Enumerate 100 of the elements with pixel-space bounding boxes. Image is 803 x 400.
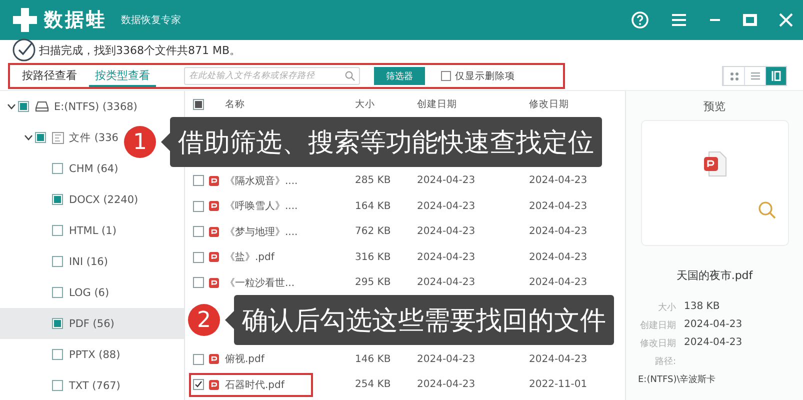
file-name: 《盐》.pdf [225, 250, 274, 264]
list-view-icon [750, 72, 760, 80]
checkbox[interactable] [52, 163, 63, 174]
modified-date: 2024-04-23 [529, 354, 588, 365]
detail-value: 2024-04-23 [684, 337, 742, 350]
tree-item[interactable]: 文件 (336 [0, 122, 122, 153]
checkbox[interactable] [193, 226, 204, 238]
column-header[interactable]: 修改日期 [529, 98, 619, 110]
view-tab[interactable]: 按路径查看 [16, 66, 83, 86]
tree-item[interactable]: PDF (56) [0, 308, 184, 339]
pdf-file-icon [209, 278, 219, 288]
checkbox[interactable] [193, 200, 204, 212]
checkbox[interactable] [52, 225, 63, 236]
created-date: 2024-04-23 [417, 175, 476, 186]
app-title: 数据蛙 [44, 8, 107, 33]
checkbox[interactable] [52, 194, 63, 205]
checkbox[interactable] [52, 349, 63, 360]
preview-title: 预览 [704, 99, 726, 114]
view-mode-button[interactable] [765, 67, 786, 85]
pdf-document-icon [702, 151, 726, 177]
file-size: 762 KB [355, 226, 392, 238]
checkbox[interactable] [52, 256, 63, 267]
column-header[interactable]: 大小 [355, 98, 417, 110]
menu-icon[interactable] [671, 13, 687, 27]
checkbox-label: 仅显示删除项 [455, 70, 515, 82]
step-number-badge: 1 [124, 126, 156, 158]
chevron-icon[interactable] [6, 102, 16, 111]
filter-button[interactable]: 筛选器 [374, 67, 425, 85]
callout-caption: 确认后勾选这些需要找回的文件 [234, 295, 614, 345]
column-header[interactable]: 名称 [225, 98, 245, 110]
detail-label: 创建日期 [640, 320, 676, 332]
pdf-file-icon [209, 354, 219, 364]
created-date: 2024-04-23 [417, 277, 476, 288]
created-date: 2024-04-23 [417, 200, 476, 212]
search-field[interactable]: 在此处输入文件名称或保存路径 [184, 67, 360, 85]
file-name: 石器时代.pdf [225, 378, 284, 392]
checkbox[interactable] [18, 101, 29, 112]
tree-item-label: LOG (6) [69, 286, 110, 298]
search-icon [345, 71, 355, 81]
file-size: 316 KB [355, 252, 392, 263]
tree-item-label: CHM (64) [69, 162, 118, 174]
pdf-file-icon [209, 252, 219, 262]
select-all-checkbox[interactable] [193, 98, 204, 110]
modified-date: 2024-04-23 [529, 226, 588, 238]
file-name: 《梦与地理》.... [225, 226, 298, 239]
modified-date: 2024-04-23 [529, 252, 588, 263]
detail-label: 修改日期 [640, 338, 676, 350]
tree-item[interactable]: CHM (64) [0, 153, 122, 184]
modified-date: 2024-04-23 [529, 175, 588, 186]
tree-item[interactable]: TXT (767) [0, 370, 124, 400]
search-icon[interactable] [758, 201, 776, 219]
tree-item-label: PDF (56) [69, 318, 114, 330]
detail-label: 大小 [657, 302, 676, 314]
modified-date: 2024-04-23 [529, 200, 588, 212]
chevron-icon[interactable] [24, 133, 32, 142]
checkbox[interactable] [35, 132, 46, 143]
column-header[interactable]: 创建日期 [417, 98, 529, 110]
tree-item[interactable]: DOCX (2240) [0, 184, 142, 215]
checkbox[interactable] [193, 277, 204, 288]
checkbox[interactable] [52, 318, 63, 329]
modified-date: 2022-11-01 [529, 379, 588, 390]
tree-item-label: DOCX (2240) [69, 194, 138, 206]
tree-item-label: 文件 (336 [69, 130, 118, 144]
tree-item[interactable]: E:(NTFS) (3368) [0, 91, 142, 122]
callout-pointer [225, 311, 234, 329]
tree-item[interactable]: HTML (1) [0, 215, 120, 246]
file-size: 164 KB [355, 200, 392, 212]
preview-file-name: 天国的夜市.pdf [676, 268, 753, 283]
detail-label: 路径: [654, 356, 676, 368]
checkbox[interactable] [193, 175, 204, 186]
file-name: 俯视.pdf [225, 352, 264, 366]
file-size: 254 KB [355, 379, 392, 390]
tree-item[interactable]: PPTX (88) [0, 339, 124, 370]
step-number-badge: 2 [188, 304, 220, 336]
file-name: 《隔水观音》.... [225, 174, 298, 188]
maximize-icon[interactable] [743, 14, 757, 26]
document-icon [52, 132, 64, 144]
pdf-file-icon [209, 226, 219, 237]
checkbox[interactable] [52, 287, 63, 298]
minimize-icon[interactable] [709, 18, 721, 22]
checkbox[interactable] [193, 379, 204, 390]
tree-item-label: INI (16) [69, 256, 108, 268]
checkbox[interactable] [441, 71, 451, 81]
tree-item-label: PPTX (88) [69, 348, 120, 360]
tree-item[interactable]: LOG (6) [0, 277, 114, 308]
file-name: 《呼唤雪人》.... [225, 200, 298, 214]
help-icon[interactable] [631, 11, 649, 29]
file-size: 146 KB [355, 354, 392, 365]
checkbox[interactable] [193, 354, 204, 365]
created-date: 2024-04-23 [417, 379, 476, 390]
created-date: 2024-04-23 [417, 354, 476, 365]
check-circle-icon [12, 38, 36, 62]
cross-logo-icon [12, 7, 38, 33]
created-date: 2024-04-23 [417, 252, 476, 263]
checkbox[interactable] [193, 252, 204, 263]
tree-item-label: TXT (767) [69, 380, 120, 392]
view-tab[interactable]: 按类型查看 [89, 66, 156, 86]
checkbox[interactable] [52, 380, 63, 391]
close-icon[interactable] [779, 13, 793, 27]
tree-item[interactable]: INI (16) [0, 246, 112, 277]
